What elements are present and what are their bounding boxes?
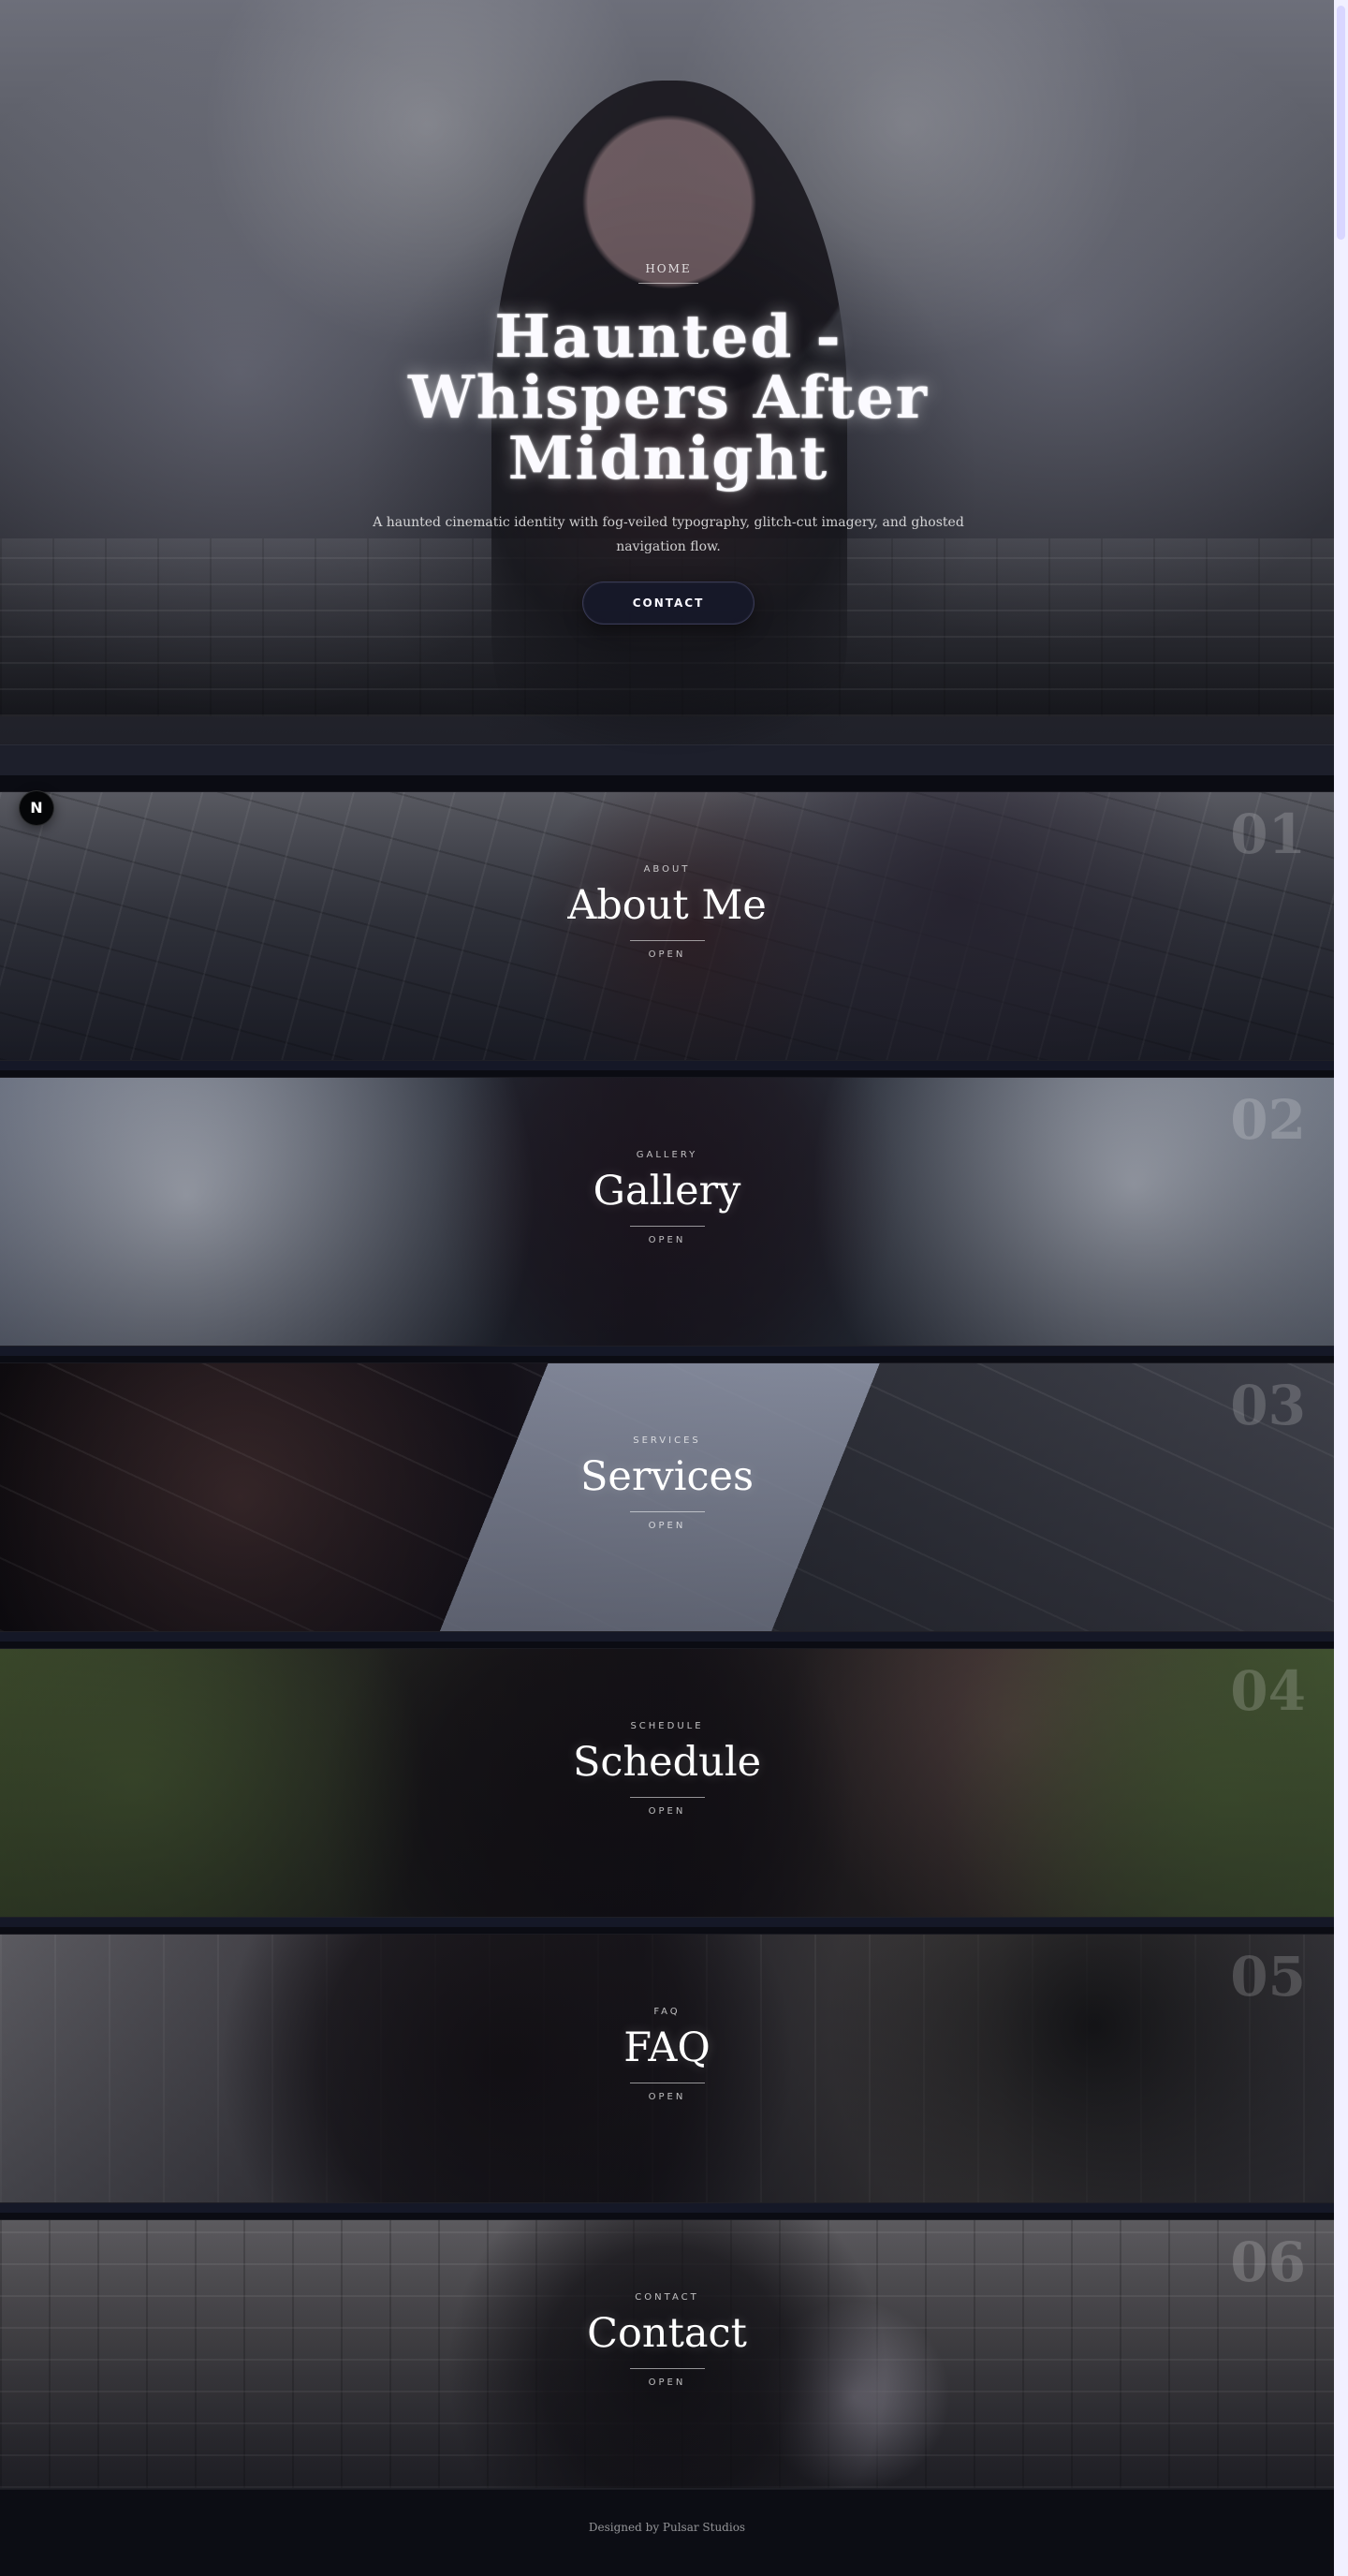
- faq-title: FAQ: [623, 2024, 711, 2071]
- faq-tag: FAQ: [653, 2007, 681, 2017]
- hero-title: Haunted - Whispers After Midnight: [408, 302, 929, 493]
- about-open-link[interactable]: OPEN: [546, 950, 789, 960]
- about-tag: ABOUT: [643, 864, 691, 875]
- page-scrollbar[interactable]: [1334, 0, 1348, 2576]
- footer: Designed by Pulsar Studios: [0, 2489, 1334, 2576]
- contact-button[interactable]: CONTACT: [582, 581, 755, 626]
- contact-number: 06: [1230, 2230, 1306, 2294]
- hero-nav-label: HOME: [645, 263, 691, 284]
- services-divider: [629, 1511, 705, 1513]
- hero-section: HOME Haunted - Whispers After Midnight A…: [0, 0, 1334, 775]
- gallery-open-link[interactable]: OPEN: [546, 1236, 789, 1245]
- schedule-copy: SCHEDULE Schedule OPEN: [546, 1722, 789, 1817]
- services-copy: SERVICES Services OPEN: [546, 1436, 789, 1531]
- schedule-open-link[interactable]: OPEN: [546, 1807, 789, 1817]
- gallery-copy: GALLERY Gallery OPEN: [546, 1151, 789, 1245]
- about-copy: ABOUT About Me OPEN: [546, 865, 789, 960]
- contact-tag: CONTACT: [635, 2292, 699, 2303]
- contact-divider: [629, 2368, 705, 2370]
- about-divider: [629, 940, 705, 942]
- footer-credit: Designed by Pulsar Studios: [588, 2521, 746, 2534]
- faq-copy: FAQ FAQ OPEN: [546, 2008, 789, 2102]
- section-faq[interactable]: 05 FAQ FAQ OPEN: [0, 1934, 1334, 2203]
- contact-open-link[interactable]: OPEN: [546, 2378, 789, 2388]
- about-title: About Me: [567, 882, 767, 929]
- services-number: 03: [1230, 1374, 1306, 1437]
- page: HOME Haunted - Whispers After Midnight A…: [0, 0, 1334, 2576]
- gallery-number: 02: [1230, 1088, 1306, 1152]
- gallery-tag: GALLERY: [636, 1150, 698, 1160]
- contact-copy: CONTACT Contact OPEN: [546, 2293, 789, 2388]
- hero-subtitle: A haunted cinematic identity with fog-ve…: [373, 514, 964, 554]
- section-about[interactable]: 01 ABOUT About Me OPEN: [0, 791, 1334, 1061]
- gallery-divider: [629, 1226, 705, 1228]
- faq-number: 05: [1230, 1945, 1306, 2009]
- section-services[interactable]: 03 SERVICES Services OPEN: [0, 1362, 1334, 1632]
- schedule-divider: [629, 1797, 705, 1799]
- faq-open-link[interactable]: OPEN: [546, 2093, 789, 2102]
- section-gallery[interactable]: 02 GALLERY Gallery OPEN: [0, 1077, 1334, 1347]
- services-open-link[interactable]: OPEN: [546, 1522, 789, 1531]
- n-logo-icon[interactable]: N: [19, 790, 54, 826]
- contact-title: Contact: [587, 2310, 747, 2357]
- schedule-number: 04: [1230, 1659, 1306, 1723]
- schedule-title: Schedule: [572, 1739, 762, 1786]
- services-title: Services: [579, 1453, 755, 1500]
- gallery-title: Gallery: [593, 1168, 741, 1214]
- services-tag: SERVICES: [633, 1435, 701, 1446]
- about-number: 01: [1230, 802, 1306, 866]
- hero-content: HOME Haunted - Whispers After Midnight A…: [359, 260, 977, 626]
- section-schedule[interactable]: 04 SCHEDULE Schedule OPEN: [0, 1648, 1334, 1918]
- schedule-tag: SCHEDULE: [630, 1721, 704, 1731]
- section-contact[interactable]: 06 CONTACT Contact OPEN: [0, 2219, 1334, 2489]
